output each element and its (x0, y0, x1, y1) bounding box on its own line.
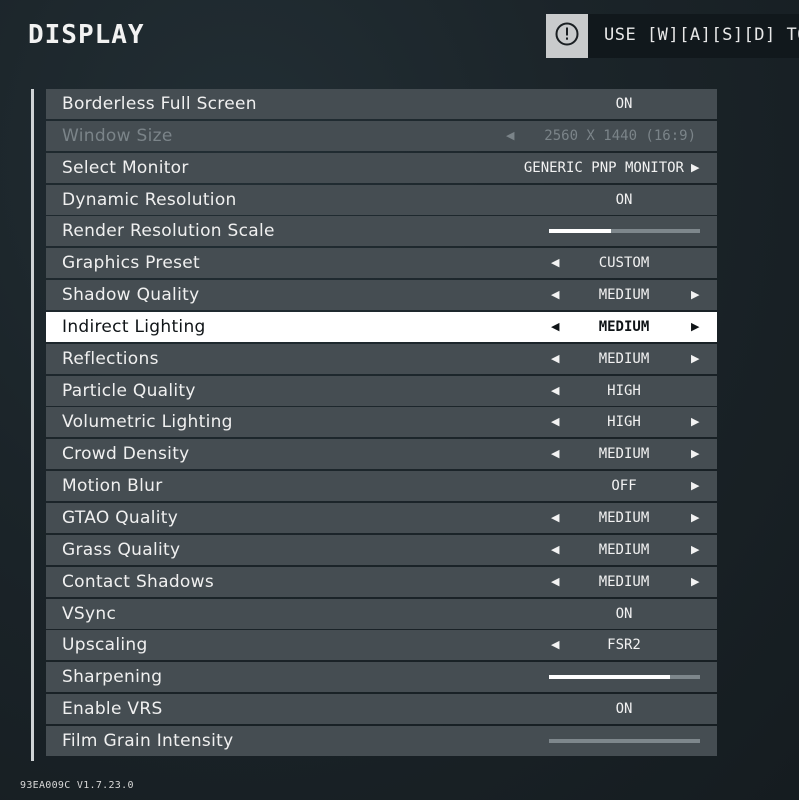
setting-row-vsync[interactable]: VSync ON (46, 598, 717, 629)
chevron-left-icon[interactable]: ◀ (551, 511, 559, 524)
setting-row-grass-quality[interactable]: Grass Quality MEDIUM ◀ ▶ (46, 534, 717, 565)
control-hint-text: USE [W][A][S][D] TO (604, 25, 799, 45)
chevron-right-icon[interactable]: ▶ (691, 543, 699, 556)
setting-value: HIGH (607, 414, 641, 431)
setting-value: ON (615, 605, 633, 622)
setting-row-volumetric-lighting[interactable]: Volumetric Lighting HIGH ◀ ▶ (46, 407, 717, 438)
setting-row-select-monitor[interactable]: Select Monitor GENERIC PNP MONITOR ▶ (46, 152, 717, 183)
setting-label: Grass Quality (62, 539, 181, 560)
setting-row-graphics-preset[interactable]: Graphics Preset CUSTOM ◀ (46, 248, 717, 279)
chevron-right-icon[interactable]: ▶ (691, 479, 699, 492)
setting-label: Motion Blur (62, 476, 163, 497)
setting-label: Render Resolution Scale (62, 221, 275, 242)
setting-label: Graphics Preset (62, 253, 200, 274)
setting-row-dynamic-resolution[interactable]: Dynamic Resolution ON (46, 184, 717, 215)
setting-value: ON (615, 191, 633, 208)
chevron-right-icon[interactable]: ▶ (691, 575, 699, 588)
version-label: 93EA009C V1.7.23.0 (20, 780, 134, 791)
setting-row-contact-shadows[interactable]: Contact Shadows MEDIUM ◀ ▶ (46, 566, 717, 597)
setting-value: FSR2 (607, 637, 641, 654)
setting-value: MEDIUM (598, 318, 650, 335)
setting-row-render-resolution-scale[interactable]: Render Resolution Scale (46, 216, 717, 247)
setting-label: Crowd Density (62, 444, 190, 465)
hint-alert-box (546, 14, 588, 58)
setting-label: VSync (62, 603, 117, 624)
setting-row-upscaling[interactable]: Upscaling FSR2 ◀ (46, 630, 717, 661)
setting-value: MEDIUM (598, 446, 650, 463)
chevron-left-icon[interactable]: ◀ (551, 543, 559, 556)
slider-track[interactable] (549, 675, 700, 680)
setting-value: 2560 X 1440 (16:9) (544, 127, 696, 144)
setting-value: OFF (611, 478, 637, 495)
slider-track[interactable] (549, 229, 700, 234)
setting-label: Particle Quality (62, 380, 196, 401)
chevron-right-icon[interactable]: ▶ (691, 511, 699, 524)
setting-row-borderless-full-screen[interactable]: Borderless Full Screen ON (46, 89, 717, 119)
setting-row-reflections[interactable]: Reflections MEDIUM ◀ ▶ (46, 343, 717, 374)
setting-label: Window Size (62, 125, 173, 146)
settings-list: Borderless Full Screen ON Window Size 2560 … (46, 89, 717, 758)
setting-label: Film Grain Intensity (62, 730, 234, 751)
slider-fill (549, 229, 611, 234)
setting-label: Upscaling (62, 635, 148, 656)
chevron-right-icon[interactable]: ▶ (691, 447, 699, 460)
setting-value: CUSTOM (598, 255, 650, 272)
chevron-left-icon[interactable]: ◀ (551, 352, 559, 365)
chevron-right-icon[interactable]: ▶ (691, 415, 699, 428)
chevron-left-icon[interactable]: ◀ (551, 384, 559, 397)
setting-label: Sharpening (62, 667, 163, 688)
setting-label: GTAO Quality (62, 507, 179, 528)
chevron-right-icon[interactable]: ▶ (691, 161, 699, 174)
setting-row-window-size[interactable]: Window Size 2560 X 1440 (16:9) ◀ (46, 120, 717, 151)
setting-row-indirect-lighting[interactable]: Indirect Lighting MEDIUM ◀ ▶ (46, 311, 717, 342)
setting-label: Reflections (62, 348, 159, 369)
chevron-right-icon[interactable]: ▶ (691, 288, 699, 301)
slider-fill (549, 675, 670, 680)
setting-row-sharpening[interactable]: Sharpening (46, 662, 717, 693)
setting-value: GENERIC PNP MONITOR (523, 159, 684, 176)
chevron-left-icon[interactable]: ◀ (551, 447, 559, 460)
setting-row-particle-quality[interactable]: Particle Quality HIGH ◀ (46, 375, 717, 406)
alert-circle-icon (554, 21, 580, 51)
chevron-left-icon[interactable]: ◀ (551, 575, 559, 588)
setting-value: HIGH (607, 382, 641, 399)
page-title: DISPLAY (28, 20, 145, 50)
setting-label: Select Monitor (62, 157, 189, 178)
setting-row-shadow-quality[interactable]: Shadow Quality MEDIUM ◀ ▶ (46, 280, 717, 311)
chevron-left-icon[interactable]: ◀ (551, 638, 559, 651)
chevron-right-icon[interactable]: ▶ (691, 320, 699, 333)
chevron-left-icon[interactable]: ◀ (551, 320, 559, 333)
scroll-indicator-line[interactable] (31, 89, 34, 761)
chevron-left-icon[interactable]: ◀ (551, 415, 559, 428)
setting-row-motion-blur[interactable]: Motion Blur OFF ▶ (46, 471, 717, 502)
setting-label: Volumetric Lighting (62, 412, 233, 433)
setting-value: MEDIUM (598, 541, 650, 558)
chevron-right-icon[interactable]: ▶ (691, 352, 699, 365)
setting-label: Contact Shadows (62, 571, 214, 592)
control-hint-bar: USE [W][A][S][D] TO (588, 14, 799, 58)
setting-label: Shadow Quality (62, 285, 200, 306)
chevron-left-icon[interactable]: ◀ (506, 129, 514, 142)
slider-track[interactable] (549, 738, 700, 743)
setting-label: Indirect Lighting (62, 316, 206, 337)
setting-label: Enable VRS (62, 699, 163, 720)
chevron-left-icon[interactable]: ◀ (551, 256, 559, 269)
setting-value: MEDIUM (598, 287, 650, 304)
setting-value: MEDIUM (598, 509, 650, 526)
setting-value: MEDIUM (598, 573, 650, 590)
chevron-left-icon[interactable]: ◀ (551, 288, 559, 301)
setting-value: ON (615, 701, 633, 718)
setting-label: Borderless Full Screen (62, 94, 257, 114)
setting-value: ON (615, 96, 633, 112)
setting-label: Dynamic Resolution (62, 189, 237, 210)
setting-row-crowd-density[interactable]: Crowd Density MEDIUM ◀ ▶ (46, 439, 717, 470)
setting-value: MEDIUM (598, 350, 650, 367)
setting-row-enable-vrs[interactable]: Enable VRS ON (46, 694, 717, 725)
setting-row-gtao-quality[interactable]: GTAO Quality MEDIUM ◀ ▶ (46, 502, 717, 533)
setting-row-film-grain-intensity[interactable]: Film Grain Intensity (46, 725, 717, 756)
